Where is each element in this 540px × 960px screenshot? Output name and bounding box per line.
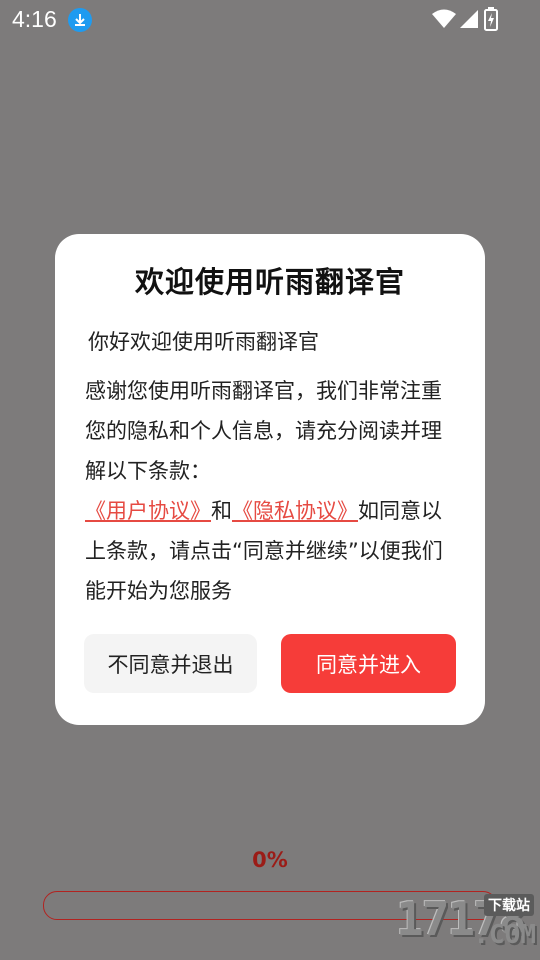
watermark-site-label: 下载站 [484,894,534,916]
wifi-icon [432,9,456,28]
signal-icon [460,10,478,28]
accept-enter-button[interactable]: 同意并进入 [281,634,456,693]
download-icon [68,8,92,32]
dialog-greeting: 你好欢迎使用听雨翻译官 [88,330,319,354]
status-bar: 4:16 [0,0,540,38]
decline-exit-button[interactable]: 不同意并退出 [84,634,257,693]
dialog-body: 感谢您使用听雨翻译官，我们非常注重您的隐私和个人信息，请充分阅读并理解以下条款：… [85,371,457,611]
progress-percent: 0% [252,848,288,872]
privacy-dialog: 欢迎使用听雨翻译官 你好欢迎使用听雨翻译官 感谢您使用听雨翻译官，我们非常注重您… [55,234,485,725]
status-time: 4:16 [12,6,57,32]
and-text: 和 [211,499,232,523]
intro-text: 感谢您使用听雨翻译官，我们非常注重您的隐私和个人信息，请充分阅读并理解以下条款： [85,379,442,483]
watermark-domain: .COM [473,920,536,950]
status-icons [432,6,502,32]
watermark-logo: 17178 下载站 .COM [310,890,540,960]
battery-charging-icon [484,7,498,31]
privacy-policy-link[interactable]: 《隐私协议》 [232,499,358,523]
dialog-title: 欢迎使用听雨翻译官 [134,265,405,299]
user-agreement-link[interactable]: 《用户协议》 [85,499,211,523]
